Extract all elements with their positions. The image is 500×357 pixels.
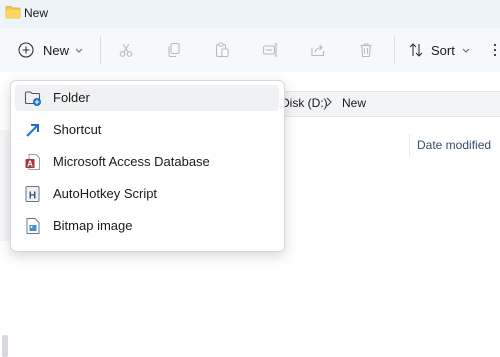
- scrollbar-thumb[interactable]: [2, 335, 8, 357]
- delete-icon[interactable]: [358, 28, 374, 72]
- chevron-down-icon: [75, 48, 83, 53]
- shortcut-icon: [24, 121, 42, 139]
- menu-item-shortcut[interactable]: Shortcut: [15, 117, 279, 143]
- breadcrumb-folder[interactable]: New: [342, 96, 366, 110]
- column-separator[interactable]: [409, 134, 410, 156]
- window-title: New: [24, 6, 49, 20]
- breadcrumb-drive[interactable]: Disk (D:): [281, 96, 328, 110]
- share-icon[interactable]: [310, 28, 326, 72]
- folder-icon: [5, 5, 21, 19]
- plus-circle-icon: [18, 42, 34, 58]
- column-header-date-modified[interactable]: Date modified: [417, 138, 491, 152]
- command-bar: New Sort: [0, 28, 500, 72]
- menu-item-label: AutoHotkey Script: [53, 186, 158, 201]
- menu-item-folder[interactable]: Folder: [15, 85, 279, 111]
- new-button-label: New: [43, 42, 70, 58]
- chevron-down-icon: [462, 48, 470, 53]
- navigation-pane: [0, 130, 10, 357]
- autohotkey-icon: H: [24, 185, 42, 203]
- chevron-right-icon: [326, 97, 332, 107]
- sort-icon: [408, 42, 424, 58]
- cut-icon[interactable]: [118, 28, 134, 72]
- menu-item-access-database[interactable]: A Microsoft Access Database: [15, 149, 279, 175]
- menu-item-label: Bitmap image: [53, 218, 133, 233]
- access-icon: A: [24, 153, 42, 171]
- menu-item-label: Folder: [53, 90, 90, 105]
- menu-item-label: Shortcut: [53, 122, 102, 137]
- rename-icon[interactable]: [262, 28, 280, 72]
- menu-item-autohotkey-script[interactable]: H AutoHotkey Script: [15, 181, 279, 207]
- sort-button-label: Sort: [431, 42, 455, 58]
- menu-item-label: Microsoft Access Database: [53, 154, 210, 169]
- paste-icon[interactable]: [214, 28, 230, 72]
- toolbar-separator: [394, 36, 395, 64]
- toolbar-separator: [100, 36, 101, 64]
- new-menu: Folder Shortcut A Microsoft Access Datab…: [10, 80, 285, 252]
- copy-icon[interactable]: [166, 28, 182, 72]
- svg-text:A: A: [27, 160, 33, 169]
- more-icon[interactable]: [493, 42, 497, 58]
- new-folder-icon: [24, 89, 42, 107]
- sort-button[interactable]: Sort: [408, 28, 470, 72]
- menu-item-bitmap-image[interactable]: Bitmap image: [15, 213, 279, 239]
- bitmap-icon: [24, 217, 42, 235]
- svg-text:H: H: [29, 191, 36, 202]
- title-bar: New: [0, 0, 500, 28]
- new-button[interactable]: New: [18, 28, 83, 72]
